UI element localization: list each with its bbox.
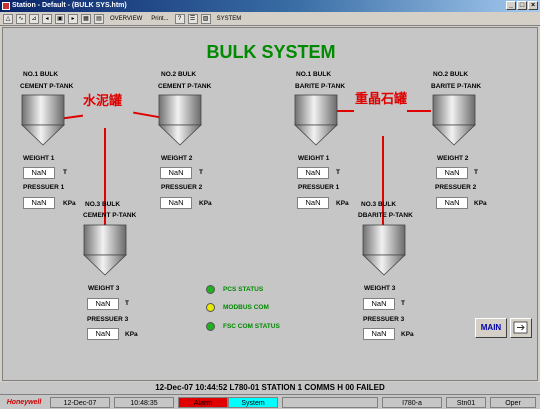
tank3-vessel-icon [83, 224, 127, 276]
tank4-name-line2: BARITE P-TANK [295, 83, 346, 90]
status-time: 10:48:35 [114, 397, 174, 408]
tank1-pressure-value: NaN [23, 197, 55, 209]
status-blank [282, 397, 378, 408]
tank6-name-line1: NO.3 BULK [361, 201, 397, 208]
maximize-button[interactable]: □ [517, 1, 527, 10]
tank5-name-line1: NO.2 BULK [433, 71, 469, 78]
tank6-name-line2: DBARITE P-TANK [358, 212, 413, 219]
tank3-name-line2: CEMENT P-TANK [83, 212, 137, 219]
tank5-weight-unit: T [474, 169, 478, 176]
toolbar: △ ∿ ⊿ ◂ ▣ ▸ ▦ ▤ OVERVIEW Print... ? ☰ ▨ … [0, 12, 540, 26]
tank3-weight-value: NaN [87, 298, 119, 310]
tank6-weight-value: NaN [363, 298, 395, 310]
tank4-pressure-value: NaN [297, 197, 329, 209]
tank2-pressure-unit: KPa [199, 200, 212, 207]
grid-icon[interactable]: ▦ [81, 13, 91, 24]
tank3-pressure-value: NaN [87, 328, 119, 340]
tank4-pressure-label: PRESSUER 1 [298, 184, 340, 191]
page-title: BULK SYSTEM [206, 42, 336, 62]
cement-annotation: 水泥罐 [83, 94, 123, 109]
fsc-status-label: FSC COM STATUS [223, 323, 280, 330]
tank5-weight-value: NaN [436, 167, 468, 179]
modbus-status-led [206, 303, 215, 312]
security-level: Oper [490, 397, 536, 408]
window-title: Station - Default - (BULK SYS.htm) [12, 2, 127, 9]
tank1-pressure-label: PRESSUER 1 [23, 184, 65, 191]
alarm-indicator[interactable]: Alarm [178, 397, 228, 408]
alarm-message-line: 12-Dec-07 10:44:52 L780-01 STATION 1 COM… [0, 382, 540, 394]
tank5-pressure-unit: KPa [474, 200, 487, 207]
modbus-status-label: MODBUS COM [223, 304, 269, 311]
tank2-name-line1: NO.2 BULK [161, 71, 197, 78]
display-icon[interactable]: ▣ [55, 13, 65, 24]
tank2-weight-unit: T [199, 169, 203, 176]
next-icon[interactable]: ▸ [68, 13, 78, 24]
system-menu[interactable]: SYSTEM [214, 16, 245, 22]
page-icon[interactable]: ▤ [94, 13, 104, 24]
image-icon[interactable]: ▨ [200, 13, 211, 24]
tank2-weight-value: NaN [160, 167, 192, 179]
minimize-button[interactable]: _ [506, 1, 516, 10]
station-name: Stn01 [446, 397, 486, 408]
tank1-weight-unit: T [63, 169, 67, 176]
tank1-pressure-unit: KPa [63, 200, 76, 207]
bulk-system-display: BULK SYSTEM 水泥罐 重晶石罐 NO.1 BULK CEMENT P-… [2, 27, 538, 381]
tank3-weight-label: WEIGHT 3 [88, 285, 120, 292]
tank3-pressure-label: PRESSUER 3 [87, 316, 129, 323]
tank3-weight-unit: T [125, 300, 129, 307]
tank6-weight-unit: T [401, 300, 405, 307]
tank2-name-line2: CEMENT P-TANK [158, 83, 212, 90]
display-nav-icon[interactable] [510, 318, 532, 338]
tank4-pressure-unit: KPa [336, 200, 349, 207]
tank1-vessel-icon [21, 94, 65, 146]
pcs-status-led [206, 285, 215, 294]
tank2-pressure-value: NaN [160, 197, 192, 209]
barite-leader-right [407, 110, 431, 112]
node-name: I780-a [382, 397, 442, 408]
tank4-weight-value: NaN [297, 167, 329, 179]
tank4-weight-label: WEIGHT 1 [298, 155, 330, 162]
tank6-weight-label: WEIGHT 3 [364, 285, 396, 292]
tank3-name-line1: NO.3 BULK [85, 201, 121, 208]
back-icon[interactable]: ◂ [42, 13, 52, 24]
pcs-status-label: PCS STATUS [223, 286, 264, 293]
trend-icon[interactable]: ∿ [16, 13, 26, 24]
main-button[interactable]: MAIN [475, 318, 507, 338]
list-icon[interactable]: ☰ [187, 13, 198, 24]
status-bar: Honeywell 12-Dec-07 10:48:35 Alarm Syste… [0, 394, 540, 409]
print-menu[interactable]: Print... [148, 16, 171, 22]
tank2-weight-label: WEIGHT 2 [161, 155, 193, 162]
honeywell-logo: Honeywell [2, 397, 46, 408]
tank6-vessel-icon [362, 224, 406, 276]
tank5-name-line2: BARITE P-TANK [431, 83, 482, 90]
app-icon [2, 2, 10, 10]
tank4-vessel-icon [294, 94, 338, 146]
tank4-name-line1: NO.1 BULK [296, 71, 332, 78]
system-indicator[interactable]: System [228, 397, 278, 408]
tank5-pressure-value: NaN [436, 197, 468, 209]
tank1-name-line1: NO.1 BULK [23, 71, 59, 78]
fsc-status-led [206, 322, 215, 331]
tank5-pressure-label: PRESSUER 2 [435, 184, 477, 191]
chart-icon[interactable]: ⊿ [29, 13, 39, 24]
tank1-name-line2: CEMENT P-TANK [20, 83, 74, 90]
tank6-pressure-unit: KPa [401, 331, 414, 338]
tank2-vessel-icon [158, 94, 202, 146]
tank4-weight-unit: T [336, 169, 340, 176]
tank1-weight-value: NaN [23, 167, 55, 179]
tank5-vessel-icon [432, 94, 476, 146]
tank3-pressure-unit: KPa [125, 331, 138, 338]
close-button[interactable]: × [528, 1, 538, 10]
tank6-pressure-label: PRESSUER 3 [363, 316, 405, 323]
barite-annotation: 重晶石罐 [355, 92, 408, 107]
alarm-icon[interactable]: △ [3, 13, 13, 24]
status-date: 12-Dec-07 [50, 397, 110, 408]
window-titlebar: Station - Default - (BULK SYS.htm) _ □ × [0, 0, 540, 12]
tank2-pressure-label: PRESSUER 2 [161, 184, 203, 191]
tank5-weight-label: WEIGHT 2 [437, 155, 469, 162]
tank1-weight-label: WEIGHT 1 [23, 155, 55, 162]
help-icon[interactable]: ? [174, 13, 185, 24]
overview-menu[interactable]: OVERVIEW [107, 16, 145, 22]
tank6-pressure-value: NaN [363, 328, 395, 340]
